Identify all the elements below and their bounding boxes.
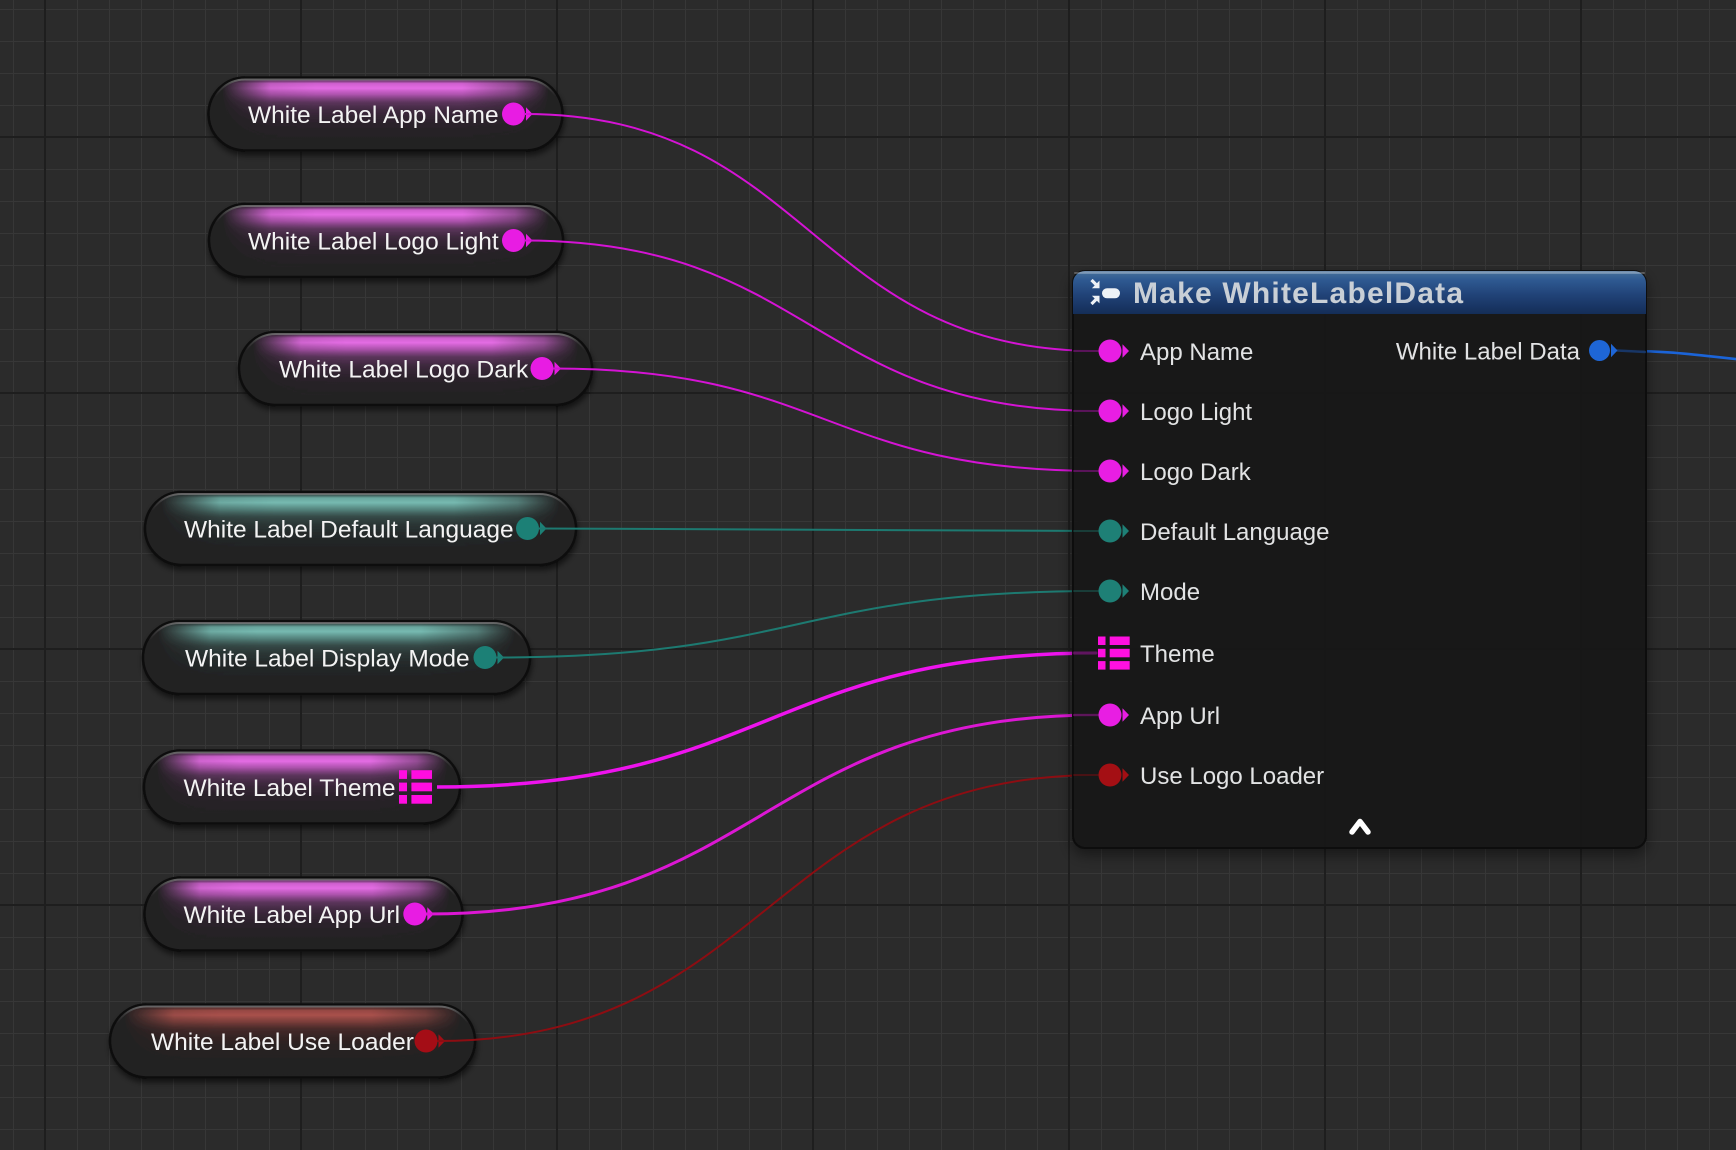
svg-text:Make WhiteLabelData: Make WhiteLabelData bbox=[1133, 277, 1464, 310]
svg-text:White Label App Name: White Label App Name bbox=[248, 102, 499, 129]
svg-text:Default Language: Default Language bbox=[1140, 519, 1330, 546]
svg-text:White Label Default Language: White Label Default Language bbox=[184, 517, 514, 544]
svg-text:Logo Dark: Logo Dark bbox=[1140, 459, 1252, 486]
svg-text:Mode: Mode bbox=[1140, 579, 1200, 606]
svg-text:White Label App Url: White Label App Url bbox=[184, 902, 401, 929]
svg-text:White Label Display Mode: White Label Display Mode bbox=[185, 646, 470, 673]
svg-text:App Url: App Url bbox=[1140, 703, 1220, 730]
svg-text:Use Logo Loader: Use Logo Loader bbox=[1140, 763, 1324, 790]
svg-text:White Label Logo Dark: White Label Logo Dark bbox=[279, 357, 529, 384]
svg-text:White Label Theme: White Label Theme bbox=[184, 775, 396, 802]
svg-text:Theme: Theme bbox=[1140, 641, 1215, 668]
svg-text:White Label Data: White Label Data bbox=[1396, 339, 1581, 366]
svg-text:Logo Light: Logo Light bbox=[1140, 399, 1252, 426]
svg-text:White Label Use Loader: White Label Use Loader bbox=[151, 1029, 414, 1056]
svg-text:White Label Logo Light: White Label Logo Light bbox=[248, 229, 499, 256]
svg-text:App Name: App Name bbox=[1140, 339, 1253, 366]
